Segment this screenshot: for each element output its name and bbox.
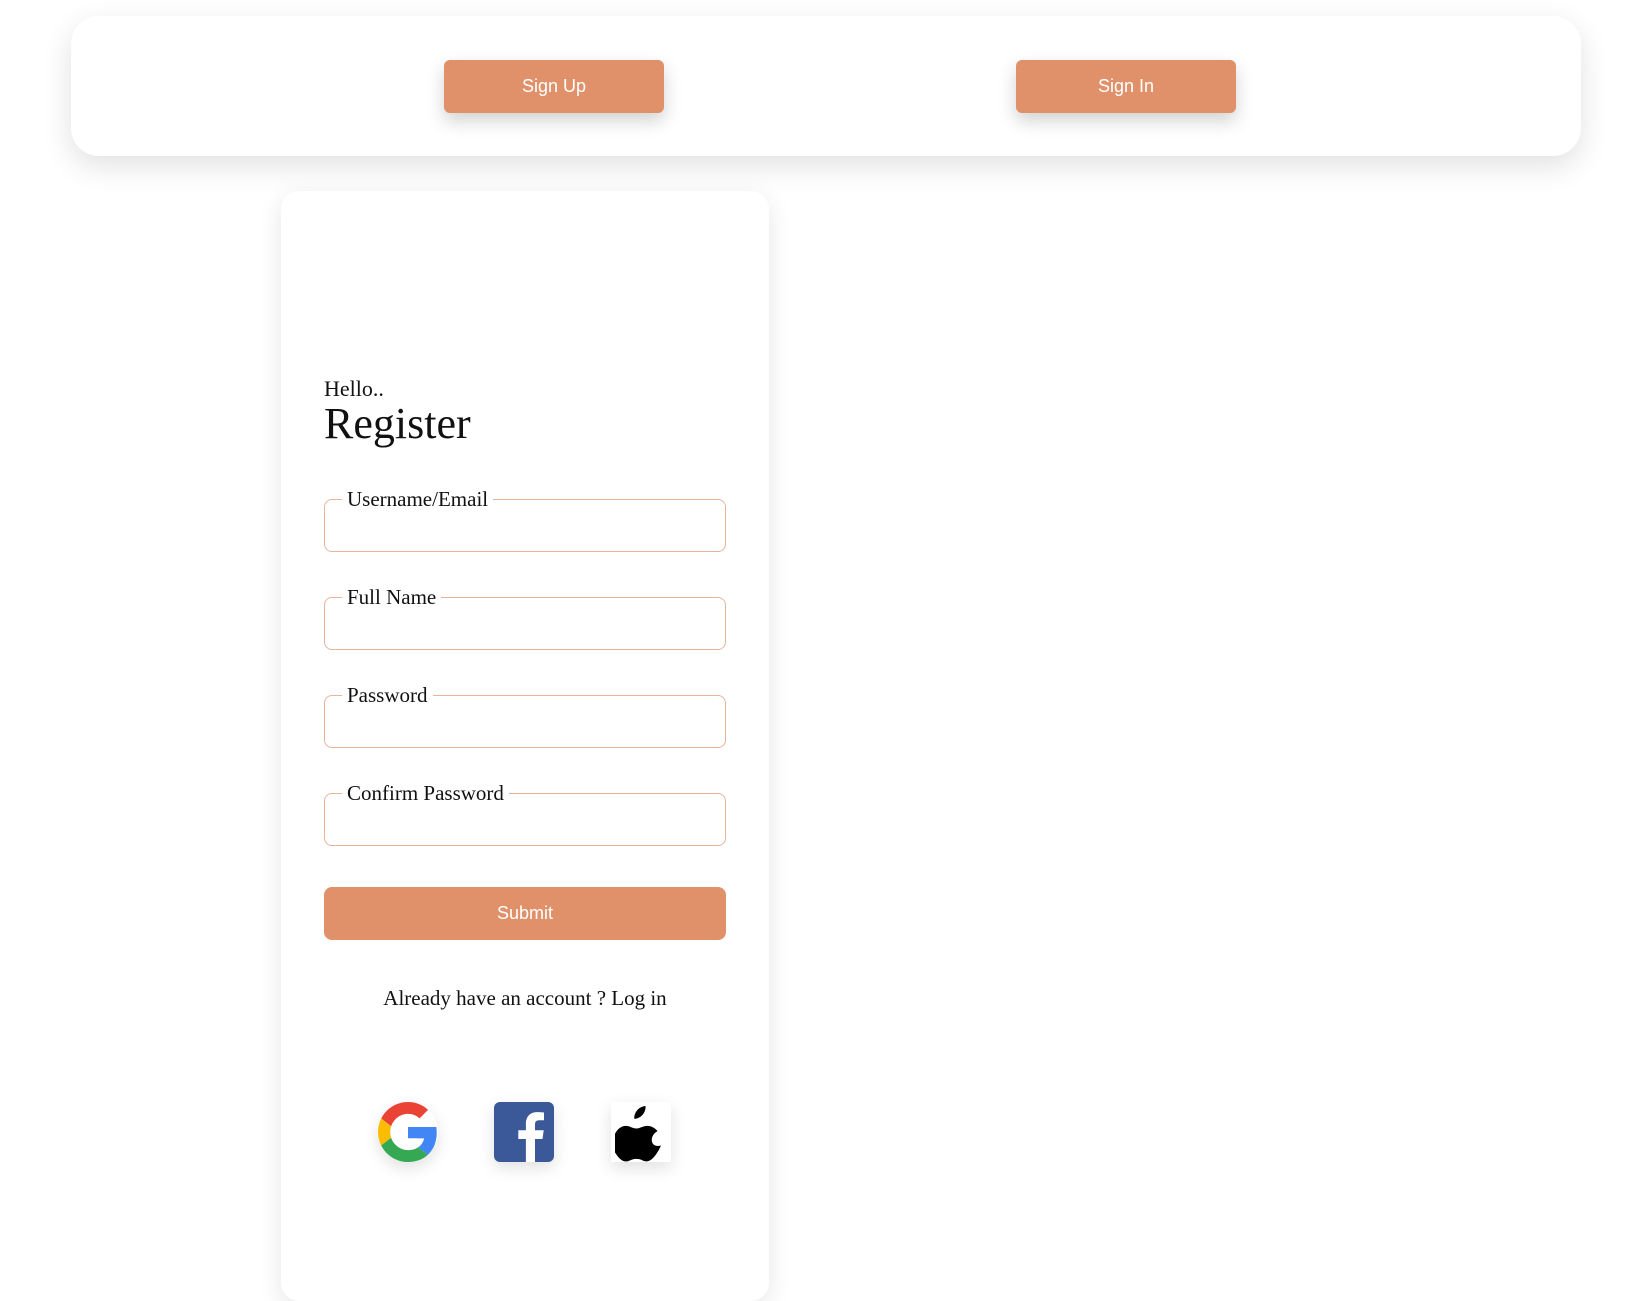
password-field: Password: [324, 683, 726, 748]
full-name-field: Full Name: [324, 585, 726, 650]
apple-icon: [615, 1106, 661, 1162]
already-have-account-label: Already have an account ?: [383, 986, 607, 1010]
google-icon: [378, 1102, 437, 1162]
username-email-field: Username/Email: [324, 487, 726, 552]
page-title: Register: [324, 399, 471, 448]
confirm-password-field: Confirm Password: [324, 781, 726, 846]
top-navigation-bar: Sign Up Sign In: [71, 16, 1581, 156]
sign-up-button[interactable]: Sign Up: [444, 60, 664, 113]
confirm-password-input[interactable]: [339, 814, 711, 844]
full-name-label: Full Name: [347, 585, 437, 609]
apple-login-button[interactable]: [611, 1102, 671, 1162]
sign-in-button[interactable]: Sign In: [1016, 60, 1236, 113]
google-login-button[interactable]: [378, 1102, 438, 1162]
full-name-input[interactable]: [339, 618, 711, 648]
facebook-login-button[interactable]: [494, 1102, 554, 1162]
log-in-link[interactable]: Log in: [611, 986, 666, 1010]
already-have-account-text: Already have an account ? Log in: [281, 986, 769, 1011]
password-label: Password: [347, 683, 428, 707]
submit-button[interactable]: Submit: [324, 887, 726, 940]
username-email-label: Username/Email: [347, 487, 489, 511]
username-email-input[interactable]: [339, 520, 711, 550]
register-card: Hello.. Register Username/Email Full Nam…: [281, 191, 769, 1301]
facebook-icon: [518, 1112, 544, 1162]
password-input[interactable]: [339, 716, 711, 746]
confirm-password-label: Confirm Password: [347, 781, 504, 805]
